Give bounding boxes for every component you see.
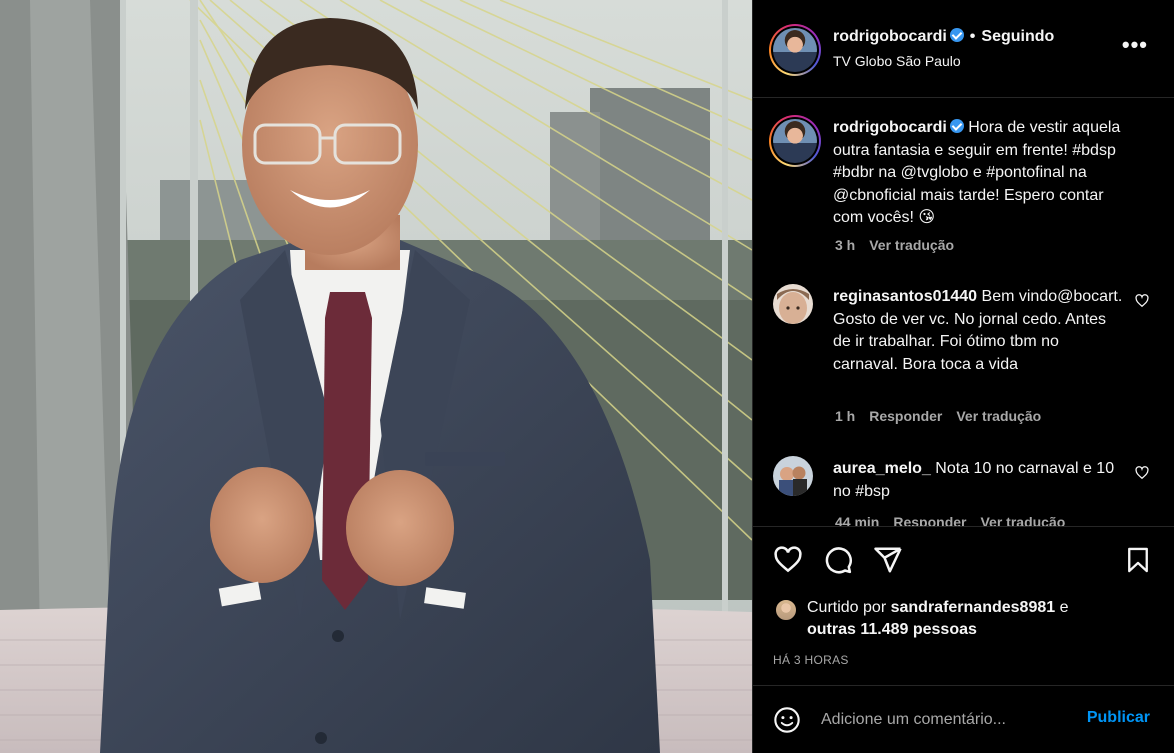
comment-username[interactable]: reginasantos01440 [833, 288, 977, 305]
verified-badge-icon [949, 28, 964, 42]
likes-others[interactable]: outras 11.489 pessoas [807, 621, 977, 638]
comments-list[interactable]: rodrigobocardi Hora de vestir aquela out… [753, 99, 1174, 526]
comment-meta: 44 min Responder Ver tradução [835, 514, 1079, 526]
author-line: rodrigobocardi • Seguindo [833, 28, 1054, 46]
heart-icon[interactable] [773, 545, 803, 580]
verified-badge-icon [949, 119, 964, 133]
comment-input[interactable] [821, 708, 1071, 732]
commenter-avatar[interactable] [773, 284, 813, 324]
caption-meta: 3 h Ver tradução [835, 237, 968, 253]
post-timestamp[interactable]: HÁ 3 HORAS [773, 653, 849, 667]
following-button[interactable]: Seguindo [981, 28, 1054, 45]
comment-reply[interactable]: Responder [893, 514, 966, 526]
more-options-icon[interactable]: ••• [1122, 34, 1148, 56]
comment-translate[interactable]: Ver tradução [956, 408, 1041, 424]
post-location[interactable]: TV Globo São Paulo [833, 53, 961, 69]
publish-button[interactable]: Publicar [1087, 709, 1150, 727]
share-icon[interactable] [873, 545, 903, 580]
caption-username[interactable]: rodrigobocardi [833, 119, 947, 136]
liker-username[interactable]: sandrafernandes8981 [891, 599, 1056, 616]
comment-meta: 1 h Responder Ver tradução [835, 408, 1055, 424]
caption-body: rodrigobocardi Hora de vestir aquela out… [833, 117, 1123, 230]
post-actions: Curtido por sandrafernandes8981 e outras… [753, 526, 1174, 686]
comment-body: aurea_melo_ Nota 10 no carnaval e 10 no … [833, 458, 1123, 503]
caption-translate[interactable]: Ver tradução [869, 237, 954, 253]
comment-translate[interactable]: Ver tradução [980, 514, 1065, 526]
bookmark-icon[interactable] [1124, 545, 1152, 580]
likes-summary: Curtido por sandrafernandes8981 e outras… [807, 597, 1127, 641]
post-photo[interactable] [0, 0, 752, 753]
comment-username[interactable]: aurea_melo_ [833, 460, 931, 477]
comment-like-heart-icon[interactable] [1135, 294, 1149, 313]
liker-avatar[interactable] [775, 599, 797, 621]
comment-time[interactable]: 44 min [835, 514, 879, 526]
comment-body: reginasantos01440 Bem vindo@bocart. Gost… [833, 286, 1123, 376]
author-avatar[interactable] [769, 24, 821, 76]
likes-prefix: Curtido por [807, 599, 887, 616]
post-header: rodrigobocardi • Seguindo TV Globo São Pau… [753, 0, 1174, 98]
caption-time[interactable]: 3 h [835, 237, 855, 253]
commenter-avatar[interactable] [773, 456, 813, 496]
add-comment-bar: Publicar [753, 687, 1174, 753]
emoji-icon[interactable] [773, 706, 801, 739]
likes-joiner: e [1059, 599, 1069, 616]
author-username[interactable]: rodrigobocardi [833, 28, 947, 45]
comment-icon[interactable] [823, 545, 853, 580]
separator-dot: • [969, 28, 976, 45]
post-image [0, 0, 752, 753]
post-side-panel: rodrigobocardi • Seguindo TV Globo São Pau… [752, 0, 1174, 753]
comment-time[interactable]: 1 h [835, 408, 855, 424]
comment-like-heart-icon[interactable] [1135, 466, 1149, 485]
comment-reply[interactable]: Responder [869, 408, 942, 424]
caption-avatar[interactable] [769, 115, 821, 167]
